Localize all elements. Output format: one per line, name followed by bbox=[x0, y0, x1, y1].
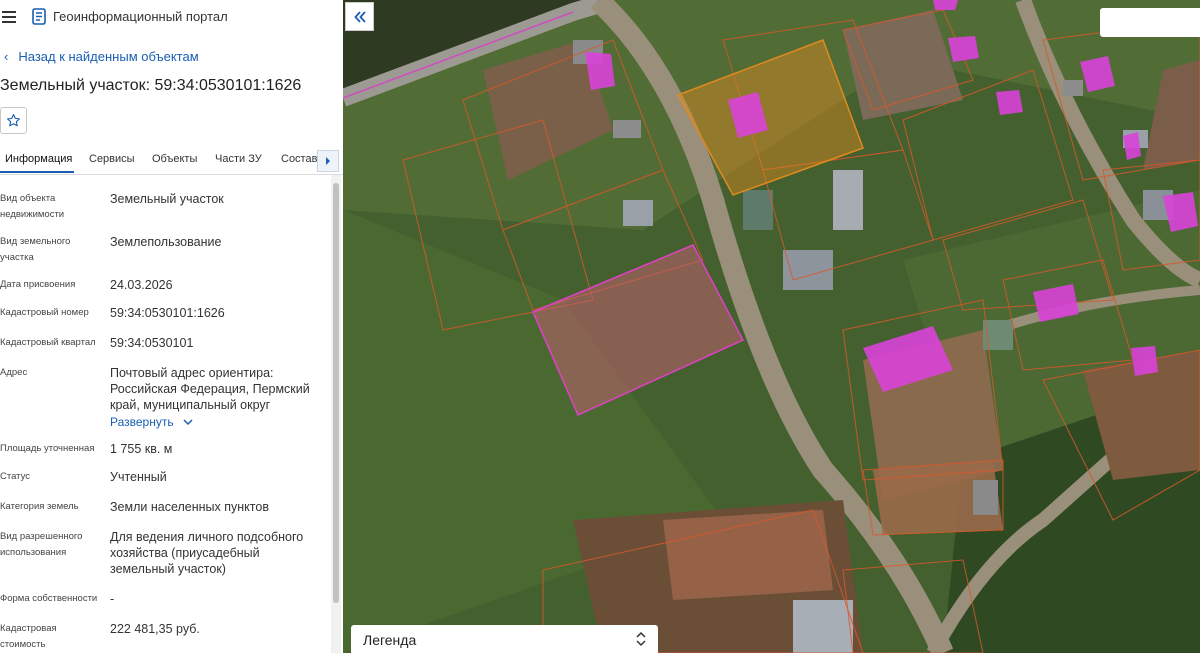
property-value: Земли населенных пунктов bbox=[110, 500, 269, 514]
tab-information[interactable]: Информация bbox=[5, 153, 72, 165]
expand-label: Развернуть bbox=[110, 415, 174, 429]
tab-parcel-parts[interactable]: Части ЗУ bbox=[215, 153, 262, 165]
map-view[interactable] bbox=[343, 0, 1200, 653]
app-title: Геоинформационный портал bbox=[53, 9, 228, 24]
property-value: 222 481,35 руб. bbox=[110, 622, 200, 636]
active-tab-indicator bbox=[0, 171, 74, 173]
back-to-results-link[interactable]: ‹ Назад к найденным объектам bbox=[4, 49, 199, 64]
expand-address-link[interactable]: Развернуть bbox=[110, 414, 320, 430]
property-label: Статус bbox=[0, 471, 31, 482]
property-label: Кадастровый квартал bbox=[0, 337, 96, 348]
property-value: Землепользование bbox=[110, 235, 222, 249]
property-label: Форма собственности bbox=[0, 593, 98, 604]
property-value: Земельный участок bbox=[110, 192, 224, 206]
property-label: Вид объекта недвижимости bbox=[0, 193, 65, 220]
property-label: Площадь уточненная bbox=[0, 443, 95, 454]
chevron-left-icon: ‹ bbox=[4, 49, 9, 64]
menu-icon[interactable] bbox=[2, 11, 16, 23]
property-value: 59:34:0530101:1626 bbox=[110, 306, 225, 320]
property-label: Дата присвоения bbox=[0, 279, 76, 290]
tab-bar: Информация Сервисы Объекты Части ЗУ Сост… bbox=[0, 146, 343, 175]
chevron-down-icon bbox=[183, 419, 193, 426]
property-value: 24.03.2026 bbox=[110, 278, 173, 292]
property-value: Для ведения личного подсобного хозяйства… bbox=[110, 530, 304, 576]
tab-objects[interactable]: Объекты bbox=[152, 153, 197, 165]
favorite-button[interactable] bbox=[0, 107, 27, 134]
property-value: - bbox=[110, 592, 115, 606]
property-label: Категория земель bbox=[0, 501, 79, 512]
top-bar: Геоинформационный портал bbox=[0, 0, 343, 34]
property-value: 59:34:0530101 bbox=[110, 336, 194, 350]
tab-services[interactable]: Сервисы bbox=[89, 153, 135, 165]
scrollbar-thumb[interactable] bbox=[333, 183, 339, 603]
property-label: Вид разрешенного использования bbox=[0, 531, 83, 558]
portal-logo-icon bbox=[32, 8, 46, 25]
property-label: Кадастровая стоимость bbox=[0, 623, 57, 650]
tab-composition[interactable]: Состав bbox=[281, 153, 317, 165]
property-value: 1 755 кв. м bbox=[110, 442, 173, 456]
property-value: Почтовый адрес ориентира: Российская Фед… bbox=[110, 366, 310, 412]
expand-collapse-icon[interactable] bbox=[636, 631, 646, 647]
property-value: Учтенный bbox=[110, 470, 167, 484]
property-label: Вид земельного участка bbox=[0, 236, 71, 263]
legend-panel[interactable]: Легенда bbox=[351, 625, 658, 653]
collapse-panel-button[interactable] bbox=[345, 2, 374, 31]
chevron-right-icon bbox=[326, 157, 330, 165]
info-panel: Геоинформационный портал ‹ Назад к найден… bbox=[0, 0, 344, 653]
legend-title: Легенда bbox=[363, 632, 417, 648]
star-icon bbox=[7, 114, 20, 127]
satellite-map[interactable] bbox=[343, 0, 1200, 653]
object-title: Земельный участок: 59:34:0530101:1626 bbox=[0, 77, 302, 94]
map-search-input[interactable] bbox=[1100, 8, 1200, 37]
property-list-scrollbar[interactable] bbox=[331, 175, 341, 653]
tabs-scroll-right-button[interactable] bbox=[317, 150, 339, 172]
property-list: Вид объекта недвижимости Земельный участ… bbox=[0, 175, 330, 653]
property-label: Адрес bbox=[0, 367, 28, 378]
property-label: Кадастровый номер bbox=[0, 307, 89, 318]
back-link-label: Назад к найденным объектам bbox=[18, 49, 199, 64]
double-chevron-left-icon bbox=[353, 10, 366, 23]
